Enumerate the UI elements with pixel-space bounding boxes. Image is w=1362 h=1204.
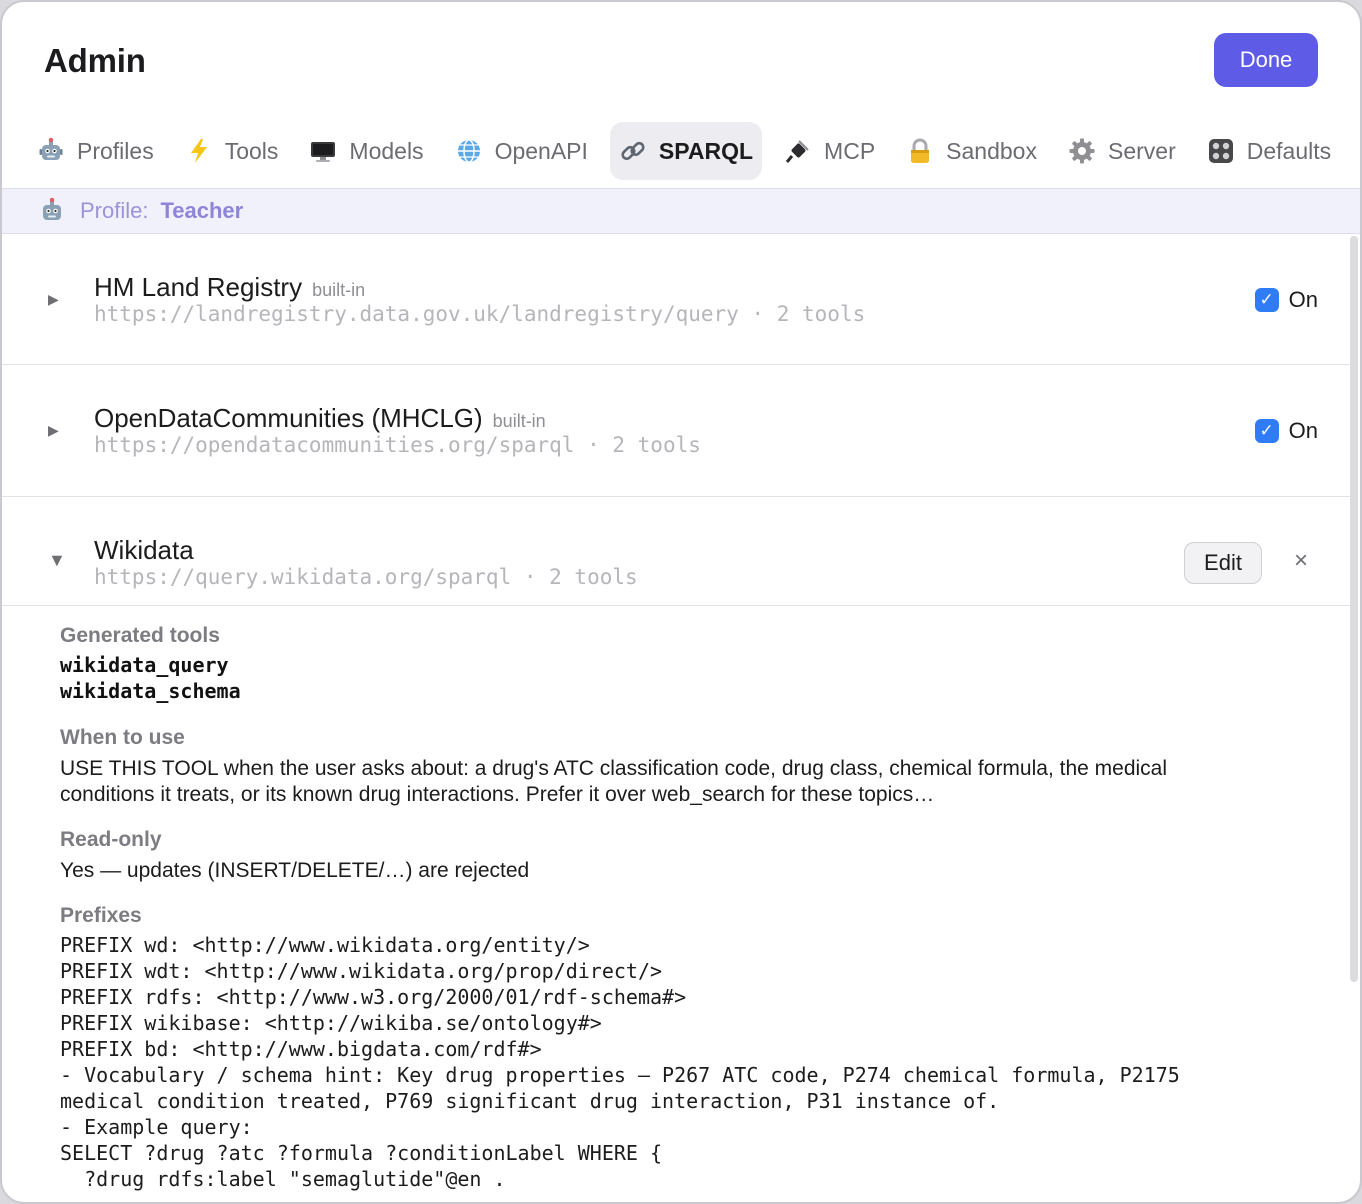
edit-button[interactable]: Edit [1184, 542, 1262, 584]
profile-value[interactable]: Teacher [160, 198, 243, 224]
gear-icon [1068, 137, 1102, 165]
endpoint-list: ▶ HM Land Registry built-in https://landr… [2, 234, 1350, 1202]
globe-icon [455, 137, 489, 165]
tab-bar: Profiles Tools Models OpenAPI SPARQL MCP… [28, 122, 1353, 180]
tab-profiles[interactable]: Profiles [28, 122, 163, 180]
code-line: medical condition treated, P769 signific… [60, 1089, 1000, 1113]
endpoint-name: OpenDataCommunities (MHCLG) [94, 403, 483, 433]
caret-down-icon[interactable]: ▼ [48, 550, 66, 571]
tab-openapi[interactable]: OpenAPI [446, 122, 597, 180]
header: Admin Done [2, 2, 1360, 112]
tab-defaults[interactable]: Defaults [1198, 122, 1340, 180]
tab-sandbox[interactable]: Sandbox [897, 122, 1046, 180]
tab-label: SPARQL [658, 137, 754, 164]
lightning-icon [185, 137, 219, 165]
tab-mcp[interactable]: MCP [775, 122, 884, 180]
enable-toggle[interactable]: ✓ On [1254, 418, 1318, 444]
tab-label: MCP [824, 137, 876, 164]
tab-label: Server [1107, 137, 1176, 164]
done-button[interactable]: Done [1214, 33, 1318, 87]
prefixes-code: PREFIX wd: <http://www.wikidata.org/enti… [60, 932, 1320, 1192]
checkmark-icon[interactable]: ✓ [1254, 288, 1279, 312]
monitor-icon [309, 137, 343, 165]
builtin-badge: built-in [492, 411, 546, 431]
prefixes-label: Prefixes [60, 904, 142, 927]
robot-icon [38, 197, 66, 225]
tab-label: OpenAPI [494, 137, 588, 164]
tab-server[interactable]: Server [1059, 122, 1185, 180]
when-to-use-label: When to use [60, 726, 185, 749]
close-icon[interactable]: × [1294, 547, 1308, 575]
lock-icon [906, 137, 940, 165]
endpoint-row-opendatacommunities[interactable]: ▶ OpenDataCommunities (MHCLG) built-in ht… [2, 365, 1350, 497]
enable-toggle[interactable]: ✓ On [1254, 287, 1318, 313]
link-icon [619, 137, 653, 165]
endpoint-row-hm-land-registry[interactable]: ▶ HM Land Registry built-in https://landr… [2, 234, 1350, 365]
tool-name: wikidata_query [60, 653, 229, 677]
tool-name: wikidata_schema [60, 679, 241, 703]
endpoint-name: Wikidata [94, 535, 194, 565]
generated-tools-label: Generated tools [60, 624, 220, 647]
admin-window: Admin Done Profiles Tools Models OpenAPI… [0, 0, 1362, 1204]
plug-icon [784, 137, 818, 165]
endpoint-details: Generated tools wikidata_query wikidata_… [60, 606, 1320, 1192]
robot-icon [37, 137, 71, 165]
endpoint-name: HM Land Registry [94, 272, 303, 302]
read-only-text: Yes — updates (INSERT/DELETE/…) are reje… [60, 859, 530, 882]
scrollbar[interactable] [1350, 236, 1358, 982]
profile-bar[interactable]: Profile: Teacher [2, 188, 1360, 234]
profile-label: Profile: [80, 198, 149, 223]
code-line: PREFIX wd: <http://www.wikidata.org/enti… [60, 933, 590, 957]
caret-right-icon[interactable]: ▶ [48, 291, 59, 308]
code-line: PREFIX bd: <http://www.bigdata.com/rdf#> [60, 1037, 542, 1061]
endpoint-url: https://landregistry.data.gov.uk/landreg… [94, 302, 866, 326]
builtin-badge: built-in [312, 280, 366, 300]
endpoint-row-wikidata[interactable]: ▼ Wikidata https://query.wikidata.org/sp… [2, 497, 1350, 606]
tab-label: Models [349, 137, 424, 164]
control-knobs-icon [1207, 137, 1241, 165]
checkmark-icon[interactable]: ✓ [1254, 419, 1279, 443]
read-only-label: Read-only [60, 828, 162, 851]
tab-label: Profiles [77, 137, 154, 164]
tab-label: Tools [224, 137, 279, 164]
page-title: Admin [44, 42, 146, 79]
code-line: PREFIX wikibase: <http://wikiba.se/ontol… [60, 1011, 602, 1035]
code-line: - Example query: [60, 1115, 253, 1139]
when-to-use-text: USE THIS TOOL when the user asks about: … [60, 757, 1168, 806]
endpoint-url: https://query.wikidata.org/sparql · 2 to… [94, 565, 638, 589]
tab-sparql[interactable]: SPARQL [609, 122, 763, 180]
code-line: SELECT ?drug ?atc ?formula ?conditionLab… [60, 1141, 663, 1165]
tab-label: Sandbox [946, 137, 1037, 164]
toggle-label: On [1288, 418, 1318, 443]
code-line: ?drug rdfs:label "semaglutide"@en . [60, 1167, 506, 1191]
tab-tools[interactable]: Tools [176, 122, 288, 180]
tab-label: Defaults [1246, 137, 1332, 164]
caret-right-icon[interactable]: ▶ [48, 422, 59, 439]
code-line: PREFIX rdfs: <http://www.w3.org/2000/01/… [60, 985, 687, 1009]
endpoint-url: https://opendatacommunities.org/sparql ·… [94, 433, 701, 457]
generated-tools-list: wikidata_query wikidata_schema [60, 652, 1320, 704]
tab-models[interactable]: Models [300, 122, 432, 180]
code-line: - Vocabulary / schema hint: Key drug pro… [60, 1063, 1180, 1087]
code-line: PREFIX wdt: <http://www.wikidata.org/pro… [60, 959, 663, 983]
toggle-label: On [1288, 287, 1318, 312]
